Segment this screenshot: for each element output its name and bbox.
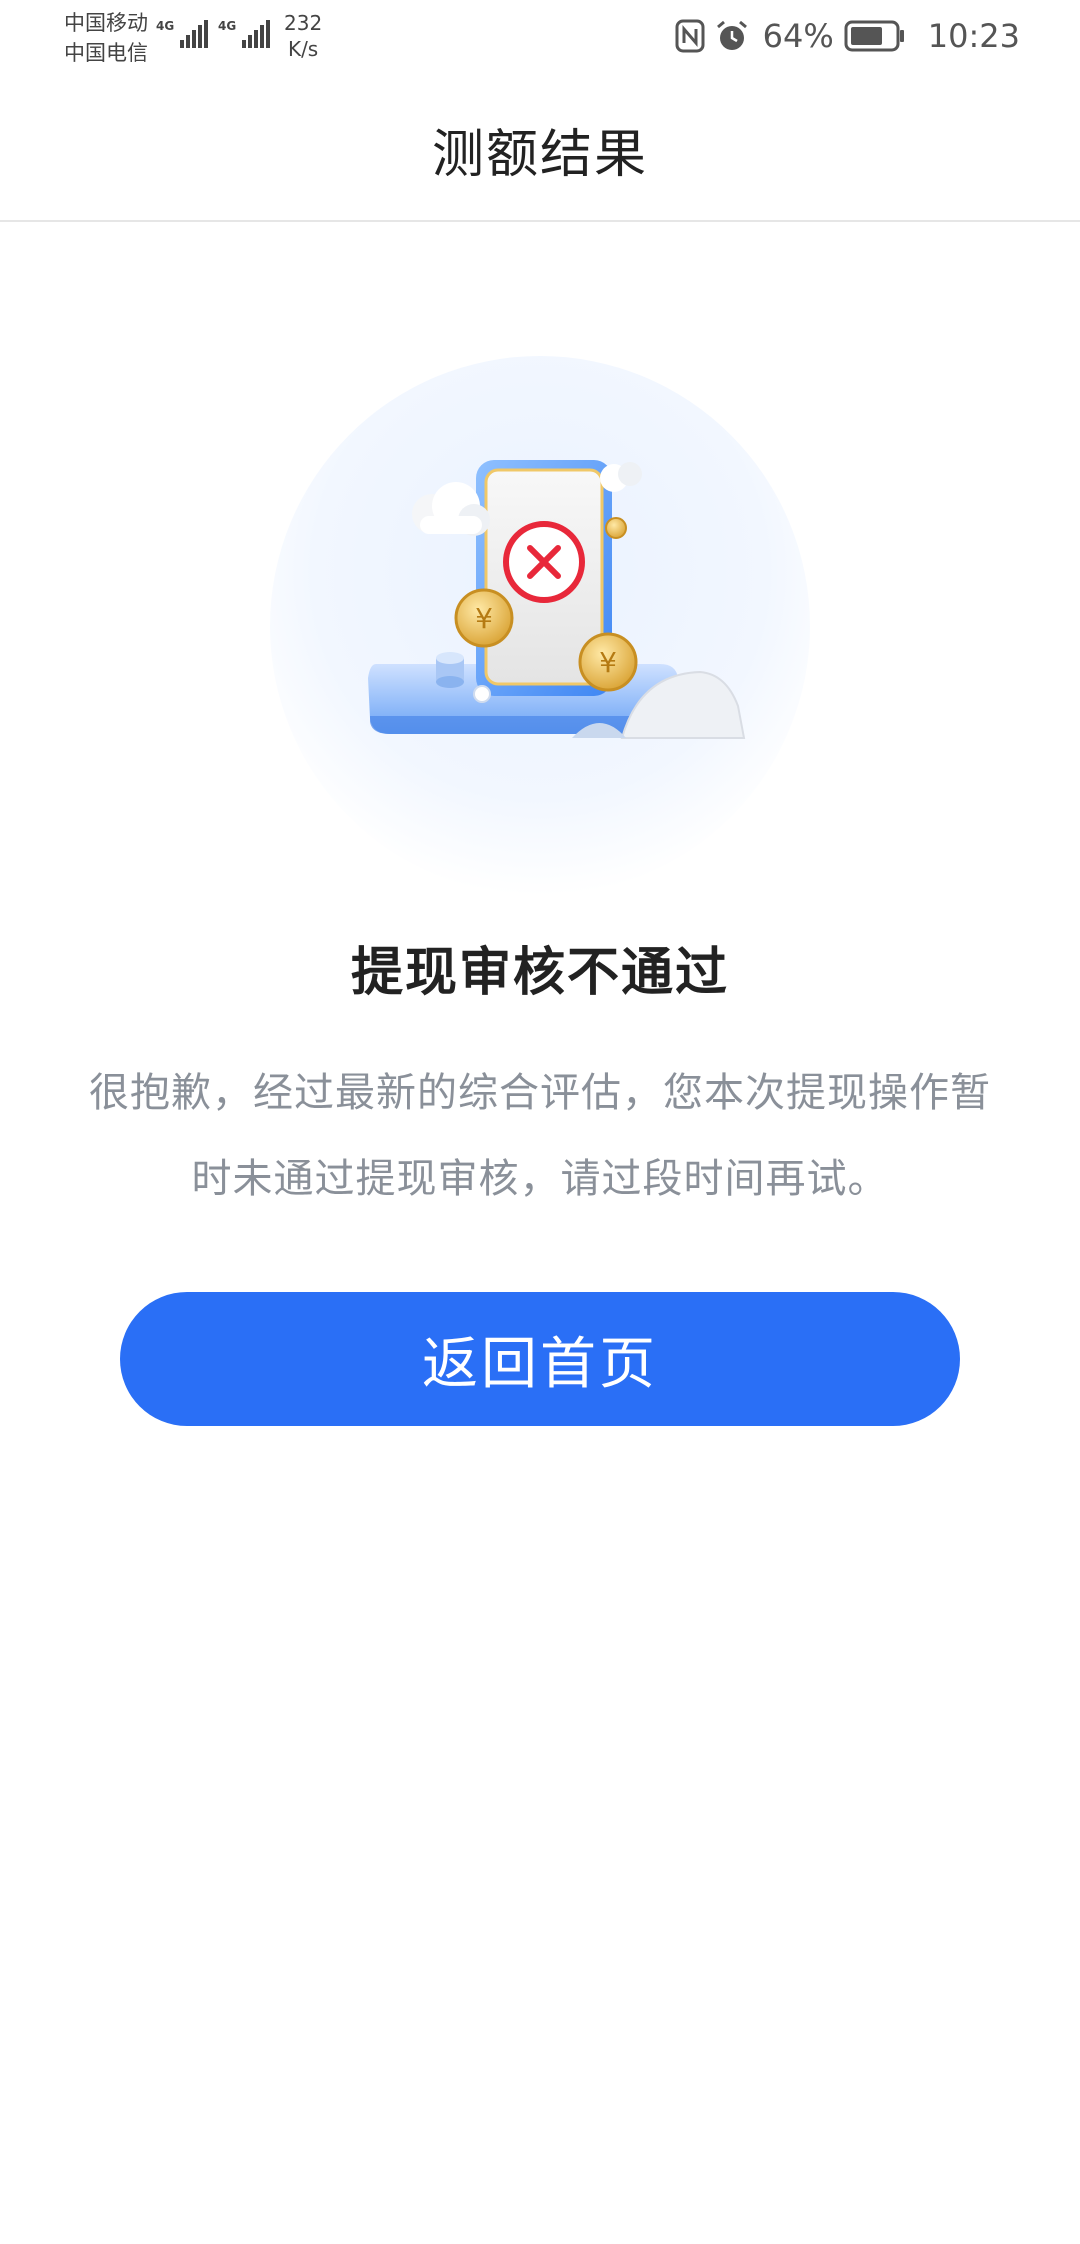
battery-percent: 64% [762, 17, 834, 55]
network-speed-unit: K/s [287, 37, 319, 61]
cylinder-icon [436, 652, 464, 688]
carrier-1: 中国移动 [64, 11, 148, 35]
coin-left-icon: ¥ [454, 588, 514, 648]
battery-icon [844, 20, 904, 52]
status-bar: 中国移动 中国电信 4G 4G 232 K/s 64% 10:23 [0, 0, 1080, 72]
svg-text:¥: ¥ [599, 646, 617, 679]
status-right: 64% 10:23 [675, 14, 1020, 58]
ball-icon [473, 685, 491, 703]
carrier-info: 中国移动 中国电信 [64, 8, 148, 68]
signal-1-type: 4G [156, 19, 174, 33]
signal-1-icon: 4G [156, 19, 208, 48]
clock: 10:23 [927, 17, 1020, 55]
review-failed-illustration: ¥ ¥ [270, 356, 810, 896]
result-description: 很抱歉，经过最新的综合评估，您本次提现操作暂时未通过提现审核，请过段时间再试。 [89, 1070, 991, 1202]
nfc-icon [675, 19, 705, 53]
page-title: 测额结果 [431, 125, 648, 185]
back-to-home-button[interactable]: 返回首页 [120, 1292, 960, 1426]
svg-text:¥: ¥ [475, 602, 493, 635]
signal-2-type: 4G [218, 19, 236, 33]
network-speed: 232 K/s [284, 10, 322, 62]
signal-2-icon: 4G [218, 19, 270, 48]
coin-small-icon [605, 517, 627, 539]
alarm-icon [716, 20, 747, 50]
network-speed-value: 232 [284, 11, 323, 35]
carrier-2: 中国电信 [64, 41, 148, 65]
title-bar: 测额结果 [0, 72, 1080, 222]
result-title: 提现审核不通过 [350, 943, 729, 1003]
coin-right-icon: ¥ [578, 632, 638, 692]
